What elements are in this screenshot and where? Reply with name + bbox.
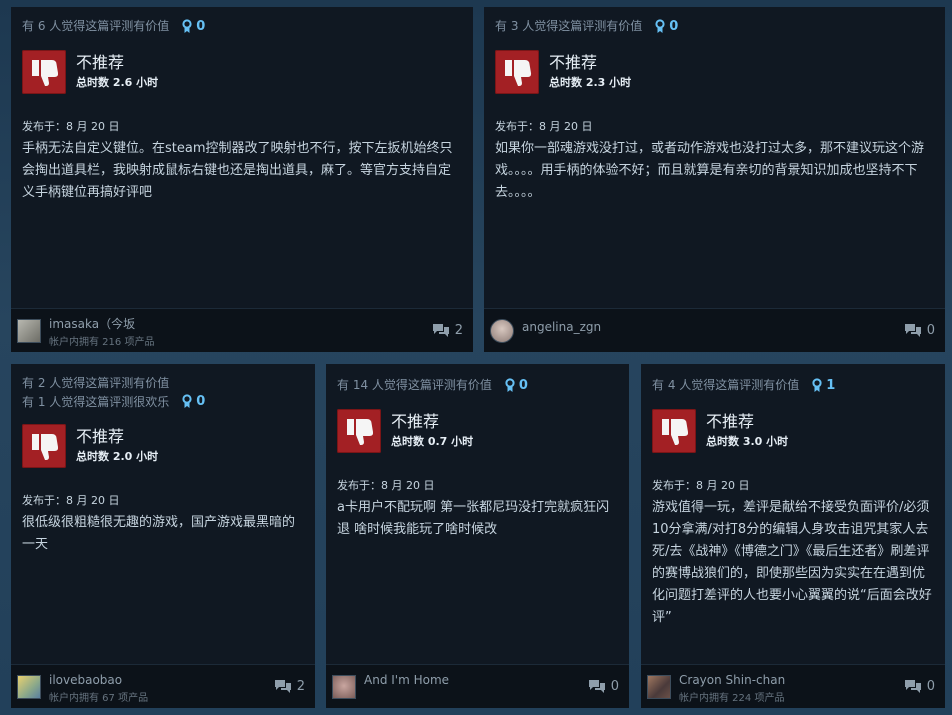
helpful-count: 有 14 人觉得这篇评测有价值 0 (337, 376, 618, 395)
thumbs-down-icon (337, 409, 381, 453)
author-products: 帐户内拥有 216 项产品 (49, 337, 155, 348)
award-icon (655, 19, 665, 33)
avatar[interactable] (17, 319, 41, 343)
comment-count: 2 (454, 323, 463, 338)
hours-played: 总时数 2.6 小时 (76, 76, 159, 89)
award-count: 0 (196, 394, 206, 409)
verdict-title: 不推荐 (76, 53, 125, 72)
award-count: 0 (196, 19, 206, 34)
author-name[interactable]: angelina_zgn (522, 320, 601, 334)
author-name[interactable]: ilovebaobao (49, 673, 148, 687)
comment-count: 0 (926, 679, 935, 694)
funny-line: 有 1 人觉得这篇评测很欢乐 (22, 395, 170, 409)
thumbs-down-icon (495, 50, 539, 94)
comment-count: 0 (610, 679, 619, 694)
avatar[interactable] (647, 675, 671, 699)
comment-count: 2 (296, 679, 305, 694)
review-author[interactable]: And I'm Home 0 (326, 664, 629, 708)
comments-link[interactable]: 0 (904, 323, 935, 338)
award-button[interactable]: 1 (812, 376, 835, 395)
award-icon (182, 394, 192, 408)
helpful-count: 有 6 人觉得这篇评测有价值 0 (22, 17, 462, 36)
posted-date: 发布于：8 月 20 日 (652, 479, 750, 492)
review-card[interactable]: 有 2 人觉得这篇评测有价值 有 1 人觉得这篇评测很欢乐 0 不推荐 总时数 … (11, 364, 315, 708)
hours-played: 总时数 2.0 小时 (76, 450, 159, 463)
author-name[interactable]: And I'm Home (364, 673, 449, 687)
posted-date: 发布于：8 月 20 日 (337, 479, 435, 492)
review-card[interactable]: 有 3 人觉得这篇评测有价值 0 不推荐 总时数 2.3 小时 发布于：8 月 … (484, 7, 945, 352)
comments-link[interactable]: 2 (274, 679, 305, 694)
hours-played: 总时数 2.3 小时 (549, 76, 632, 89)
verdict-title: 不推荐 (391, 412, 440, 431)
helpful-line: 有 4 人觉得这篇评测有价值 (652, 378, 800, 392)
award-icon (505, 378, 515, 392)
award-count: 0 (669, 19, 679, 34)
avatar[interactable] (490, 319, 514, 343)
helpful-line: 有 14 人觉得这篇评测有价值 (337, 378, 492, 392)
hours-played: 总时数 0.7 小时 (391, 435, 474, 448)
review-text: 游戏值得一玩，差评是献给不接受负面评价/必须10分拿满/对打8分的编辑人身攻击诅… (652, 500, 932, 625)
comments-link[interactable]: 0 (904, 679, 935, 694)
review-card[interactable]: 有 14 人觉得这篇评测有价值 0 不推荐 总时数 0.7 小时 发布于：8 月… (326, 364, 629, 708)
comments-link[interactable]: 2 (432, 323, 463, 338)
review-verdict: 不推荐 总时数 2.3 小时 (495, 50, 934, 94)
review-text: 很低级很粗糙很无趣的游戏，国产游戏最黑暗的一天 (22, 515, 296, 552)
comment-icon (274, 680, 291, 693)
posted-date: 发布于：8 月 20 日 (22, 494, 120, 507)
author-name[interactable]: imasaka（今坂 (49, 317, 154, 331)
helpful-count: 有 4 人觉得这篇评测有价值 1 (652, 376, 934, 395)
helpful-line: 有 3 人觉得这篇评测有价值 (495, 19, 643, 33)
author-products: 帐户内拥有 67 项产品 (49, 693, 149, 704)
review-card[interactable]: 有 4 人觉得这篇评测有价值 1 不推荐 总时数 3.0 小时 发布于：8 月 … (641, 364, 945, 708)
avatar[interactable] (332, 675, 356, 699)
award-icon (812, 378, 822, 392)
award-button[interactable]: 0 (655, 17, 678, 36)
thumbs-down-icon (652, 409, 696, 453)
award-count: 0 (518, 378, 528, 393)
review-card[interactable]: 有 6 人觉得这篇评测有价值 0 不推荐 总时数 2.6 小时 发布于：8 月 … (11, 7, 473, 352)
thumbs-down-icon (22, 424, 66, 468)
helpful-count: 有 3 人觉得这篇评测有价值 0 (495, 17, 934, 36)
comment-count: 0 (926, 323, 935, 338)
thumbs-down-icon (22, 50, 66, 94)
review-verdict: 不推荐 总时数 2.6 小时 (22, 50, 462, 94)
comment-icon (904, 324, 921, 337)
review-verdict: 不推荐 总时数 2.0 小时 (22, 424, 304, 468)
award-count: 1 (826, 378, 836, 393)
verdict-title: 不推荐 (76, 427, 125, 446)
review-author[interactable]: imasaka（今坂 帐户内拥有 216 项产品 2 (11, 308, 473, 352)
helpful-count: 有 2 人觉得这篇评测有价值 有 1 人觉得这篇评测很欢乐 0 (22, 374, 304, 412)
helpful-line: 有 2 人觉得这篇评测有价值 (22, 376, 170, 390)
comment-icon (904, 680, 921, 693)
author-products: 帐户内拥有 224 项产品 (679, 693, 785, 704)
avatar[interactable] (17, 675, 41, 699)
award-button[interactable]: 0 (182, 17, 205, 36)
review-text: a卡用户不配玩啊 第一张都尼玛没打完就疯狂闪退 啥时候我能玩了啥时候改 (337, 500, 610, 537)
comments-link[interactable]: 0 (588, 679, 619, 694)
review-text: 如果你一部魂游戏没打过，或者动作游戏也没打过太多，那不建议玩这个游戏。。。。用手… (495, 141, 925, 200)
review-verdict: 不推荐 总时数 3.0 小时 (652, 409, 934, 453)
award-button[interactable]: 0 (182, 392, 205, 411)
award-icon (182, 19, 192, 33)
review-author[interactable]: Crayon Shin-chan 帐户内拥有 224 项产品 0 (641, 664, 945, 708)
comment-icon (588, 680, 605, 693)
verdict-title: 不推荐 (706, 412, 755, 431)
award-button[interactable]: 0 (505, 376, 528, 395)
review-author[interactable]: ilovebaobao 帐户内拥有 67 项产品 2 (11, 664, 315, 708)
helpful-line: 有 6 人觉得这篇评测有价值 (22, 19, 170, 33)
review-text: 手柄无法自定义键位。在steam控制器改了映射也不行，按下左扳机始终只会掏出道具… (22, 141, 453, 200)
comment-icon (432, 324, 449, 337)
review-author[interactable]: angelina_zgn 0 (484, 308, 945, 352)
posted-date: 发布于：8 月 20 日 (495, 120, 593, 133)
author-name[interactable]: Crayon Shin-chan (679, 673, 785, 687)
posted-date: 发布于：8 月 20 日 (22, 120, 120, 133)
review-verdict: 不推荐 总时数 0.7 小时 (337, 409, 618, 453)
hours-played: 总时数 3.0 小时 (706, 435, 789, 448)
verdict-title: 不推荐 (549, 53, 598, 72)
